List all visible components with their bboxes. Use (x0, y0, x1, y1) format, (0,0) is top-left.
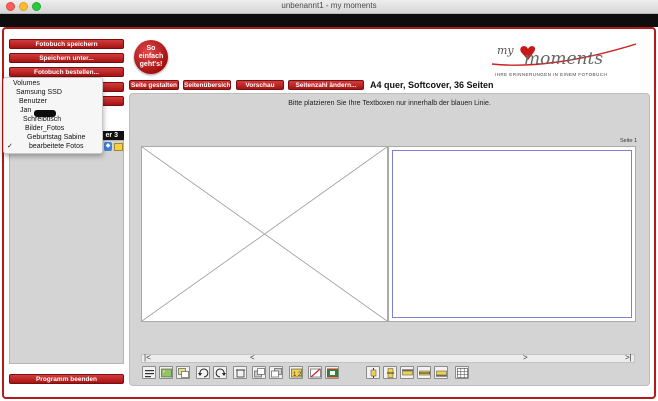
frame-color-icon[interactable] (325, 366, 339, 379)
badge-line-1: So (146, 45, 156, 52)
scroll-prev-button[interactable]: < (250, 353, 255, 363)
rotate-right-icon[interactable] (213, 366, 227, 379)
folder-icon[interactable] (114, 143, 123, 151)
save-as-button[interactable]: Speichern unter... (9, 53, 124, 63)
grid-icon[interactable] (455, 366, 469, 379)
save-book-button[interactable]: Fotobuch speichern (9, 39, 124, 49)
tab-vorschau[interactable]: Vorschau (236, 80, 284, 90)
badge-line-2: einfach (138, 53, 164, 60)
delete-trash-icon[interactable] (233, 366, 247, 379)
logo-my: my (497, 44, 514, 57)
menu-item-bilder-fotos[interactable]: Bilder_Fotos (25, 124, 64, 133)
badge-line-3: geht's! (139, 61, 163, 68)
folder-dropdown-menu: Volumes Samsung SSD Benutzer Jan Schreib… (3, 77, 103, 154)
svg-text:1 2: 1 2 (293, 372, 302, 378)
menu-item-bearbeitete-fotos[interactable]: bearbeitete Fotos (29, 142, 83, 151)
layer-icon[interactable] (176, 366, 190, 379)
crop-remove-icon[interactable] (308, 366, 322, 379)
photo-panel[interactable] (9, 140, 124, 364)
book-format-info: A4 quer, Softcover, 36 Seiten (370, 80, 494, 90)
page-scrollbar[interactable] (141, 354, 635, 363)
page-label: Seite 1 (620, 138, 638, 144)
align-middle-icon[interactable] (417, 366, 431, 379)
logo-tagline: IHRE ERINNERUNGEN IN EINEM FOTOBUCH (495, 72, 608, 77)
align-center-vertical-icon[interactable] (383, 366, 397, 379)
menu-item-geburtstag-sabine[interactable]: Geburtstag Sabine (27, 133, 85, 142)
align-bottom-icon[interactable] (434, 366, 448, 379)
tab-seite-gestalten[interactable]: Seite gestalten (129, 80, 179, 90)
left-page-placeholder[interactable] (141, 146, 388, 322)
insert-photo-icon[interactable] (159, 366, 173, 379)
scroll-next-button[interactable]: > (523, 353, 528, 363)
menu-item-schreibtisch[interactable]: Schreibtisch (23, 115, 61, 124)
window-title: unbenannt1 - my moments (281, 1, 377, 10)
order-book-button[interactable]: Fotobuch bestellen... (9, 67, 124, 77)
title-bar: unbenannt1 - my moments (0, 0, 658, 14)
text-align-icon[interactable] (142, 366, 156, 379)
align-left-edge-icon[interactable] (366, 366, 380, 379)
align-top-icon[interactable] (400, 366, 414, 379)
bring-forward-icon[interactable] (252, 366, 266, 379)
swap-photos-icon[interactable]: 1 2 (289, 366, 303, 379)
send-backward-icon[interactable] (269, 366, 283, 379)
header-band (0, 14, 658, 27)
menu-item-samsung-ssd[interactable]: Samsung SSD (16, 88, 62, 97)
rotate-left-icon[interactable] (196, 366, 210, 379)
folder-select-stepper[interactable]: ◆ (104, 142, 112, 151)
so-einfach-badge[interactable]: So einfach geht's! (134, 40, 168, 74)
empty-page-cross-icon (141, 146, 388, 322)
scroll-first-button[interactable]: |< (144, 353, 151, 363)
quit-program-button[interactable]: Programm beenden (9, 374, 124, 384)
menu-item-user[interactable]: Jan (20, 106, 31, 115)
logo-moments: moments (524, 49, 604, 69)
tab-seitenuebersicht[interactable]: Seitenübersicht (183, 80, 231, 90)
checkmark-icon: ✓ (7, 143, 13, 150)
menu-item-benutzer[interactable]: Benutzer (19, 97, 47, 106)
tab-seitenzahl-aendern[interactable]: Seitenzahl ändern... (288, 80, 364, 90)
textbox-hint: Bitte platzieren Sie Ihre Textboxen nur … (288, 100, 491, 107)
menu-item-volumes[interactable]: Volumes (13, 79, 40, 88)
safe-area-blue-line (392, 150, 632, 318)
scroll-last-button[interactable]: >| (625, 353, 632, 363)
